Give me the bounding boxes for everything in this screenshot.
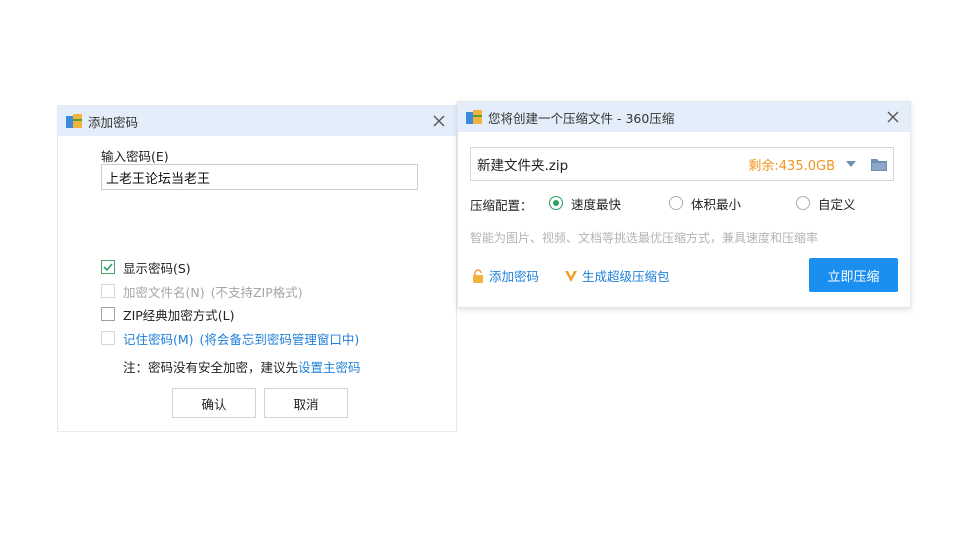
option-custom[interactable]: 自定义 bbox=[796, 193, 856, 213]
dropdown-arrow-icon[interactable] bbox=[845, 160, 857, 168]
encrypt-filename-label: 加密文件名(N) bbox=[123, 284, 205, 300]
option-fastest[interactable]: 速度最快 bbox=[549, 193, 621, 213]
titlebar: 添加密码 bbox=[58, 106, 456, 136]
zip-classic-label: ZIP经典加密方式(L) bbox=[123, 307, 235, 323]
free-space: 剩余:435.0GB bbox=[748, 158, 835, 174]
remember-password-note: (将会备忘到密码管理窗口中) bbox=[199, 331, 360, 347]
compress-config-label: 压缩配置： bbox=[470, 198, 533, 213]
option-smallest-label: 体积最小 bbox=[691, 196, 742, 212]
add-password-label: 添加密码 bbox=[489, 269, 540, 284]
security-note-text: 注：密码没有安全加密，建议先 bbox=[123, 360, 299, 375]
encrypt-filename-checkbox[interactable]: 加密文件名(N) (不支持ZIP格式) bbox=[101, 281, 303, 301]
radio-icon bbox=[669, 196, 683, 210]
v-badge-icon bbox=[564, 269, 578, 283]
confirm-button[interactable]: 确认 bbox=[172, 388, 256, 418]
checkbox-box bbox=[101, 284, 115, 298]
archive-filename: 新建文件夹.zip bbox=[477, 158, 569, 174]
dialog-title: 您将创建一个压缩文件 - 360压缩 bbox=[488, 110, 675, 126]
encrypt-filename-note: (不支持ZIP格式) bbox=[210, 284, 303, 300]
password-label: 输入密码(E) bbox=[101, 149, 169, 164]
security-note: 注：密码没有安全加密，建议先设置主密码 bbox=[123, 357, 361, 376]
set-master-password-link[interactable]: 设置主密码 bbox=[298, 360, 361, 375]
checkbox-box bbox=[101, 307, 115, 321]
compress-hint: 智能为图片、视频、文档等挑选最优压缩方式，兼具速度和压缩率 bbox=[470, 231, 819, 245]
show-password-checkbox[interactable]: 显示密码(S) bbox=[101, 257, 191, 277]
archive-icon bbox=[66, 114, 82, 128]
titlebar: 您将创建一个压缩文件 - 360压缩 bbox=[458, 102, 910, 132]
option-custom-label: 自定义 bbox=[818, 196, 856, 212]
zip-classic-checkbox[interactable]: ZIP经典加密方式(L) bbox=[101, 304, 235, 324]
dialog-title: 添加密码 bbox=[88, 114, 139, 130]
super-package-label: 生成超级压缩包 bbox=[582, 269, 670, 284]
remember-password-label: 记住密码(M) bbox=[123, 331, 194, 347]
password-input[interactable] bbox=[101, 164, 418, 190]
radio-selected-icon bbox=[549, 196, 563, 210]
checkbox-box bbox=[101, 331, 115, 345]
radio-icon bbox=[796, 196, 810, 210]
add-password-link[interactable]: 添加密码 bbox=[472, 266, 539, 285]
archive-filename-field[interactable]: 新建文件夹.zip 剩余:435.0GB bbox=[470, 147, 894, 181]
lock-icon bbox=[472, 268, 484, 283]
create-archive-dialog: 您将创建一个压缩文件 - 360压缩 新建文件夹.zip 剩余:435.0GB … bbox=[457, 101, 911, 308]
remember-password-checkbox[interactable]: 记住密码(M) (将会备忘到密码管理窗口中) bbox=[101, 328, 359, 348]
folder-icon[interactable] bbox=[871, 158, 887, 171]
super-package-link[interactable]: 生成超级压缩包 bbox=[564, 266, 670, 285]
add-password-dialog: 添加密码 输入密码(E) 显示密码(S) 加密文件名(N) (不支持ZIP格式)… bbox=[57, 105, 457, 432]
option-smallest[interactable]: 体积最小 bbox=[669, 193, 741, 213]
close-icon[interactable] bbox=[884, 108, 902, 126]
archive-icon bbox=[466, 110, 482, 124]
close-icon[interactable] bbox=[430, 112, 448, 130]
cancel-button[interactable]: 取消 bbox=[264, 388, 348, 418]
compress-now-button[interactable]: 立即压缩 bbox=[809, 258, 898, 292]
option-fastest-label: 速度最快 bbox=[571, 196, 622, 212]
show-password-label: 显示密码(S) bbox=[123, 260, 191, 276]
check-icon bbox=[101, 260, 115, 274]
